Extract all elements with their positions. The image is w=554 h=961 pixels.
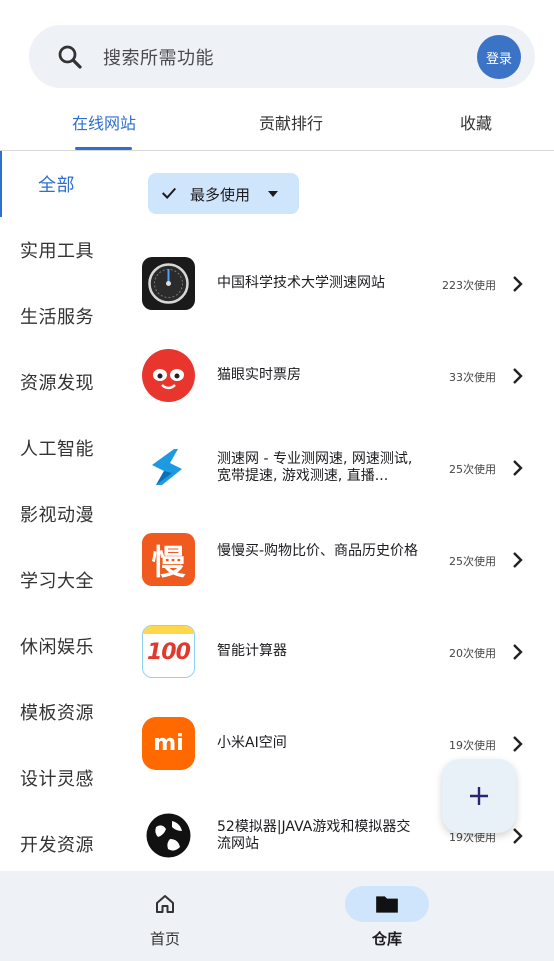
- manmanmai-icon-text: 慢: [151, 543, 186, 583]
- sort-filter-chip[interactable]: 最多使用: [148, 173, 299, 214]
- calculator-100-icon: 100: [142, 625, 195, 678]
- sidebar-item-label: 人工智能: [20, 439, 94, 460]
- active-indicator: [0, 151, 2, 217]
- chevron-right-icon: [513, 276, 523, 292]
- list-item[interactable]: 猫眼实时票房 33次使用: [130, 329, 554, 421]
- sidebar-item-design[interactable]: 设计灵感: [0, 745, 115, 811]
- bottom-navigation: 首页 仓库: [0, 871, 554, 961]
- folder-icon: [376, 896, 398, 913]
- item-title: 智能计算器: [217, 643, 287, 659]
- plus-icon: [470, 787, 488, 805]
- check-icon: [161, 187, 177, 199]
- nav-home[interactable]: 首页: [65, 871, 265, 961]
- list-item[interactable]: 中国科学技术大学测速网站 223次使用: [130, 237, 554, 329]
- login-button[interactable]: 登录: [477, 35, 521, 79]
- nav-repository[interactable]: 仓库: [287, 871, 487, 961]
- calculator-icon-text: 100: [147, 640, 191, 665]
- nav-icon-container: [345, 886, 429, 922]
- usage-count: 223次使用: [442, 279, 496, 292]
- speedtest-s-icon: [142, 441, 195, 494]
- list-item[interactable]: 100 智能计算器 20次使用: [130, 605, 554, 697]
- search-icon[interactable]: [55, 42, 85, 72]
- nav-label: 首页: [149, 930, 180, 948]
- usage-count: 25次使用: [449, 555, 496, 568]
- item-title: 中国科学技术大学测速网站: [217, 275, 385, 291]
- item-title: 小米AI空间: [217, 735, 287, 751]
- chevron-right-icon: [513, 644, 523, 660]
- globe-icon: [142, 809, 195, 862]
- nav-label: 仓库: [371, 930, 402, 948]
- maoyan-cat-icon: [142, 349, 195, 402]
- sidebar-item-label: 休闲娱乐: [20, 637, 94, 658]
- chevron-right-icon: [513, 460, 523, 476]
- manmanmai-icon: 慢: [142, 533, 195, 586]
- item-title: 测速网 - 专业测网速, 网速测试, 宽带提速, 游戏测速, 直播...: [217, 451, 413, 484]
- tab-favorites[interactable]: 收藏: [460, 110, 492, 134]
- sidebar-item-label: 全部: [38, 175, 75, 196]
- speedometer-icon: [142, 257, 195, 310]
- item-title: 52模拟器|JAVA游戏和模拟器交流网站: [217, 819, 411, 852]
- calculator-top-band: [143, 626, 194, 634]
- chevron-right-icon: [513, 552, 523, 568]
- sidebar-item-ai[interactable]: 人工智能: [0, 415, 115, 481]
- tab-indicator: [75, 147, 132, 150]
- sidebar-item-dev[interactable]: 开发资源: [0, 811, 115, 877]
- sidebar-item-all[interactable]: 全部: [0, 151, 115, 217]
- tab-contribution-ranking[interactable]: 贡献排行: [259, 110, 323, 134]
- sidebar-item-label: 影视动漫: [20, 505, 94, 526]
- sidebar-item-leisure[interactable]: 休闲娱乐: [0, 613, 115, 679]
- sidebar-item-video-anime[interactable]: 影视动漫: [0, 481, 115, 547]
- item-title: 猫眼实时票房: [217, 367, 301, 383]
- sidebar-item-label: 开发资源: [20, 835, 94, 856]
- usage-count: 20次使用: [449, 647, 496, 660]
- sidebar-item-label: 生活服务: [20, 307, 94, 328]
- category-sidebar: 全部 实用工具 生活服务 资源发现 人工智能 影视动漫 学习大全 休闲娱乐 模板…: [0, 151, 115, 871]
- chevron-right-icon: [513, 368, 523, 384]
- usage-count: 19次使用: [449, 739, 496, 752]
- sidebar-item-label: 设计灵感: [20, 769, 94, 790]
- sidebar-item-label: 实用工具: [20, 241, 94, 262]
- tab-online-sites[interactable]: 在线网站: [72, 110, 136, 134]
- item-title: 慢慢买-购物比价、商品历史价格: [217, 543, 419, 559]
- sidebar-item-templates[interactable]: 模板资源: [0, 679, 115, 745]
- search-input[interactable]: 搜索所需功能: [103, 44, 214, 70]
- sidebar-item-label: 学习大全: [20, 571, 94, 592]
- add-fab-button[interactable]: [442, 759, 516, 833]
- sidebar-item-label: 资源发现: [20, 373, 94, 394]
- tab-bar: 在线网站 贡献排行 收藏: [0, 98, 554, 151]
- chevron-right-icon: [513, 828, 523, 844]
- usage-count: 33次使用: [449, 371, 496, 384]
- chevron-right-icon: [513, 736, 523, 752]
- sidebar-item-tools[interactable]: 实用工具: [0, 217, 115, 283]
- home-icon: [156, 895, 174, 913]
- sidebar-item-label: 模板资源: [20, 703, 94, 724]
- usage-count: 25次使用: [449, 463, 496, 476]
- list-item[interactable]: 慢 慢慢买-购物比价、商品历史价格 25次使用: [130, 513, 554, 605]
- search-bar[interactable]: 搜索所需功能 登录: [29, 25, 535, 88]
- xiaomi-icon-text: mi: [153, 731, 184, 756]
- sort-filter-label: 最多使用: [190, 186, 251, 204]
- dropdown-arrow-icon: [268, 191, 278, 197]
- xiaomi-icon: mi: [142, 717, 195, 770]
- list-item[interactable]: 测速网 - 专业测网速, 网速测试, 宽带提速, 游戏测速, 直播... 25次…: [130, 421, 554, 513]
- nav-icon-container: [123, 886, 207, 922]
- sidebar-item-resources[interactable]: 资源发现: [0, 349, 115, 415]
- sidebar-item-life[interactable]: 生活服务: [0, 283, 115, 349]
- sidebar-item-learning[interactable]: 学习大全: [0, 547, 115, 613]
